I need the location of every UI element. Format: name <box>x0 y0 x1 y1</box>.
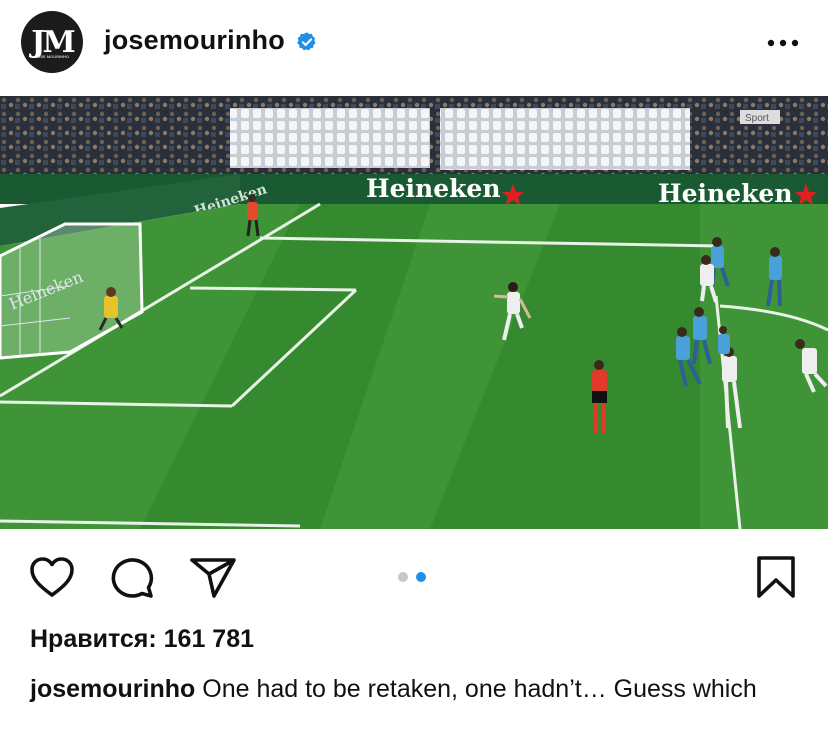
ad-board-text: Heineken <box>366 174 501 203</box>
comment-icon[interactable] <box>108 554 156 600</box>
carousel-dot <box>398 572 408 582</box>
verified-badge-icon <box>297 32 316 51</box>
post-photo[interactable]: Sport Heineken Heineken Heineken Heineke… <box>0 96 828 529</box>
corner-text: Sport <box>745 113 769 124</box>
football-penalty-image: Sport Heineken Heineken Heineken Heineke… <box>0 96 828 529</box>
avatar-subtext: JOSE MOURINHO <box>34 54 69 59</box>
more-options-icon[interactable] <box>766 38 800 48</box>
post-username[interactable]: josemourinho <box>104 25 285 56</box>
ad-board-text: Heineken <box>658 179 793 208</box>
post-header: JM JOSE MOURINHO josemourinho <box>0 0 828 96</box>
heart-icon[interactable] <box>28 554 76 600</box>
caption-text: One had to be retaken, one hadn’t… Guess… <box>202 675 757 703</box>
carousel-dot-active <box>416 572 426 582</box>
post-caption: josemourinho One had to be retaken, one … <box>30 673 800 705</box>
bookmark-icon[interactable] <box>755 554 797 600</box>
avatar[interactable]: JM JOSE MOURINHO <box>21 11 83 73</box>
caption-username[interactable]: josemourinho <box>30 675 195 703</box>
send-icon[interactable] <box>188 554 238 600</box>
post-actions <box>0 530 828 626</box>
likes-count[interactable]: Нравится: 161 781 <box>30 625 254 654</box>
carousel-indicator <box>398 572 426 582</box>
